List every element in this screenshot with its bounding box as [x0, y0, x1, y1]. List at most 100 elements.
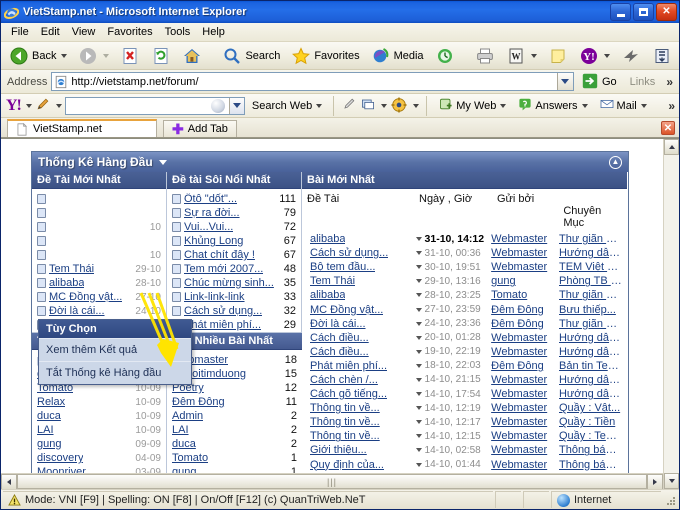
address-input[interactable]: http://vietstamp.net/forum/ [51, 72, 574, 91]
list-item[interactable]: Link-link-link 33 [167, 290, 301, 304]
goto-last-post-icon[interactable] [415, 265, 422, 270]
menu-item-tools[interactable]: Tools [159, 25, 197, 39]
post-author-link[interactable]: Webmaster [491, 332, 559, 344]
my-web-dropdown-icon[interactable] [500, 103, 507, 108]
post-author-link[interactable]: Webmaster [491, 374, 559, 386]
poster-link[interactable]: Tomato [172, 452, 208, 464]
forward-button[interactable] [73, 43, 114, 69]
list-item[interactable]: gung 1 [167, 465, 302, 473]
list-item[interactable]: Tem Thái 29-10 [32, 262, 166, 276]
table-row[interactable]: Cách điều... 19-10, 22:19 Webmaster Hướng d… [302, 345, 627, 359]
post-topic-link[interactable]: Cách điều... [310, 332, 369, 344]
list-item[interactable] [32, 234, 166, 248]
close-tab-button[interactable]: ✕ [661, 121, 675, 135]
menu-item-help[interactable]: Help [196, 25, 231, 39]
list-item[interactable]: 10 [32, 248, 166, 262]
minimize-button[interactable] [610, 3, 631, 21]
thread-link[interactable]: MC Đồng vật... [49, 291, 122, 303]
member-link[interactable]: discovery [37, 452, 83, 464]
post-author-link[interactable]: Webmaster [491, 416, 559, 428]
table-row[interactable]: Thông tin về... 14-10, 12:17 Webmaster Quầy… [302, 415, 627, 429]
goto-last-post-icon[interactable] [415, 293, 422, 298]
table-row[interactable]: Bộ tem đầu... 30-10, 19:51 Webmaster TEM Vi… [302, 260, 627, 274]
table-row[interactable]: Cách chèn /... 14-10, 21:15 Webmaster Hướng… [302, 373, 627, 387]
table-row[interactable]: Phát miễn phí... 18-10, 22:03 Đêm Đông Bản … [302, 359, 627, 373]
post-topic-link[interactable]: Cách chèn /... [310, 374, 378, 386]
list-item[interactable]: 10 [32, 220, 166, 234]
horizontal-scrollbar[interactable]: ||| [1, 473, 663, 489]
post-author-link[interactable]: Webmaster [491, 346, 559, 358]
list-item[interactable]: Admin 2 [167, 409, 302, 423]
dropdown-item-disable-stats[interactable]: Tắt Thống kê Hàng đầu [39, 361, 191, 384]
search-web-dropdown-icon[interactable] [316, 103, 323, 108]
thread-link[interactable]: Chat chít đây ! [184, 249, 255, 261]
post-author-link[interactable]: Webmaster [491, 402, 559, 414]
poster-link[interactable]: duca [172, 438, 196, 450]
goto-last-post-icon[interactable] [415, 420, 422, 425]
member-link[interactable]: duca [37, 410, 61, 422]
pencil-icon[interactable] [35, 96, 51, 116]
warning-icon[interactable] [8, 493, 21, 506]
thread-link[interactable]: Link-link-link [184, 291, 245, 303]
security-zone-cell[interactable]: Internet [551, 491, 661, 508]
goto-last-post-icon[interactable] [415, 349, 422, 354]
answers-button[interactable]: Answers [513, 94, 591, 118]
post-category-link[interactable]: Thông báo từ... [559, 444, 622, 456]
popup-blocker-icon[interactable] [360, 96, 376, 116]
list-item[interactable]: Ôtô "dốt"... 111 [167, 192, 301, 206]
table-row[interactable]: Quy định của... 14-10, 01:44 Webmaster Thôn… [302, 458, 627, 472]
list-item[interactable]: Đời là cái... 24-10 [32, 304, 166, 318]
goto-last-post-icon[interactable] [415, 237, 422, 242]
goto-last-post-icon[interactable] [415, 377, 422, 382]
list-item[interactable] [32, 192, 166, 206]
post-topic-link[interactable]: Cách điều... [310, 346, 369, 358]
post-author-link[interactable]: Webmaster [491, 459, 559, 471]
horizontal-scroll-thumb[interactable]: ||| [17, 474, 647, 489]
address-dropdown-icon[interactable] [556, 73, 573, 90]
list-item[interactable]: Vui...Vui... 72 [167, 220, 301, 234]
maximize-button[interactable] [633, 3, 654, 21]
post-topic-link[interactable]: Cách gõ tiếng... [310, 388, 387, 400]
links-label[interactable]: Links [627, 76, 659, 88]
vertical-scroll-track[interactable] [664, 155, 679, 473]
search-web-button[interactable]: Search Web [248, 98, 326, 114]
post-author-link[interactable]: Webmaster [491, 261, 559, 273]
list-item[interactable]: Cách sử dụng... 32 [167, 304, 301, 318]
edit-dropdown-icon[interactable] [530, 53, 537, 58]
table-row[interactable]: alibaba 31-10, 14:12 Webmaster Thư giãn &..… [302, 232, 627, 246]
post-topic-link[interactable]: Thông tin về... [310, 416, 380, 428]
list-item[interactable]: Khủng Long 67 [167, 234, 301, 248]
yahoo-overflow-icon[interactable]: » [664, 99, 679, 113]
thread-link[interactable]: Tem mới 2007... [184, 263, 263, 275]
member-link[interactable]: LAI [37, 424, 54, 436]
mail-button[interactable]: Mail [595, 94, 651, 118]
post-author-link[interactable]: Đêm Đông [491, 304, 559, 316]
list-item[interactable]: Chat chít đây ! 67 [167, 248, 301, 262]
vertical-scrollbar[interactable] [663, 139, 679, 489]
antispy-dropdown-icon[interactable] [413, 103, 420, 108]
post-author-link[interactable]: Webmaster [491, 430, 559, 442]
post-author-link[interactable]: Đêm Đông [491, 360, 559, 372]
search-button[interactable]: Search [217, 43, 285, 69]
thread-link[interactable]: Tem Thái [49, 263, 94, 275]
antispy-icon[interactable] [390, 96, 408, 116]
post-author-link[interactable]: Webmaster [491, 444, 559, 456]
goto-last-post-icon[interactable] [415, 251, 422, 256]
goto-last-post-icon[interactable] [415, 307, 422, 312]
post-category-link[interactable]: Quầy : Tiền [559, 416, 622, 428]
messenger-button[interactable] [616, 43, 646, 69]
post-topic-link[interactable]: Phát miễn phí... [310, 360, 387, 372]
add-tab-button[interactable]: ✚ Add Tab [163, 120, 237, 137]
post-category-link[interactable]: Hướng dẫn... [559, 247, 622, 259]
table-row[interactable]: alibaba 28-10, 23:25 Tomato Thư giãn &... [302, 288, 627, 302]
refresh-button[interactable] [146, 43, 176, 69]
my-web-button[interactable]: My Web [434, 94, 510, 118]
list-item[interactable]: LAI 2 [167, 423, 302, 437]
goto-last-post-icon[interactable] [415, 434, 422, 439]
post-category-link[interactable]: Hướng dẫn... [559, 332, 622, 344]
post-author-link[interactable]: Tomato [491, 289, 559, 301]
list-item[interactable]: Tomato 1 [167, 451, 302, 465]
post-category-link[interactable]: Quầy : Vật... [559, 402, 622, 414]
post-category-link[interactable]: Thông báo từ... [559, 459, 622, 471]
poster-link[interactable]: LAI [172, 424, 189, 436]
